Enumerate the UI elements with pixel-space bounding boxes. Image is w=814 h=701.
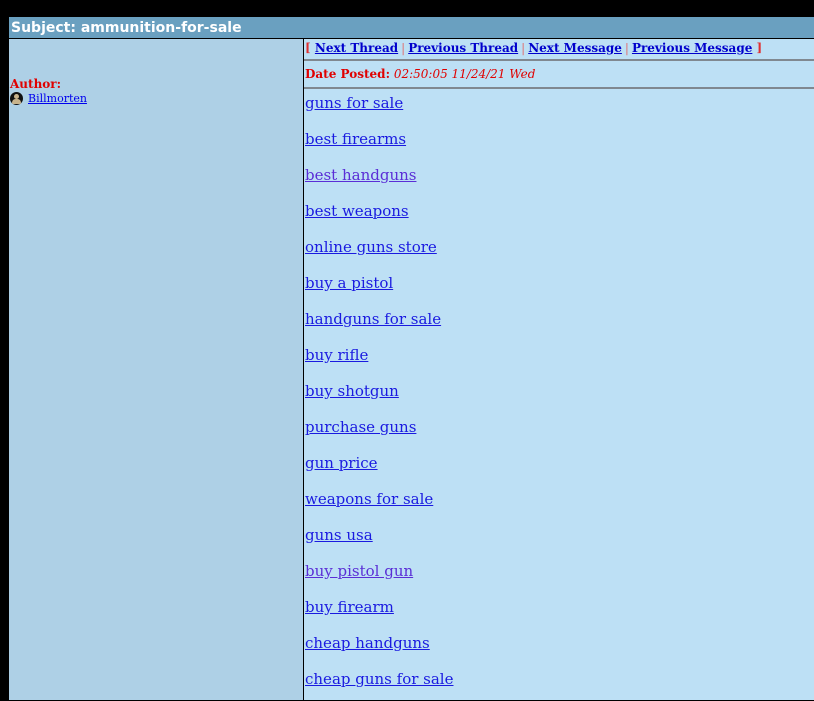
message-link[interactable]: best firearms: [305, 130, 406, 148]
date-posted-row: Date Posted: 02:50:05 11/24/21 Wed: [304, 61, 814, 89]
message-link[interactable]: weapons for sale: [305, 490, 433, 508]
message-link[interactable]: buy rifle: [305, 346, 368, 364]
message-link[interactable]: buy a pistol: [305, 274, 393, 292]
previous-thread-link[interactable]: Previous Thread: [408, 41, 518, 55]
message-link[interactable]: cheap handguns: [305, 634, 430, 652]
message-link[interactable]: buy shotgun: [305, 382, 399, 400]
previous-message-link[interactable]: Previous Message: [632, 41, 752, 55]
next-message-link[interactable]: Next Message: [528, 41, 622, 55]
message-link[interactable]: guns for sale: [305, 94, 403, 112]
message-link[interactable]: guns usa: [305, 526, 373, 544]
message-link[interactable]: buy firearm: [305, 598, 394, 616]
message-link[interactable]: buy pistol gun: [305, 562, 413, 580]
message-link[interactable]: best weapons: [305, 202, 409, 220]
date-posted-label: Date Posted:: [305, 67, 390, 81]
message-link[interactable]: gun price: [305, 454, 378, 472]
message-link[interactable]: handguns for sale: [305, 310, 441, 328]
message-view: Subject: ammunition-for-sale Author: Bil…: [9, 17, 814, 701]
message-link[interactable]: purchase guns: [305, 418, 416, 436]
message-body-row: Author: Billmorten [ Next Thread | Previou…: [9, 39, 814, 700]
subject-bar: Subject: ammunition-for-sale: [9, 17, 814, 39]
author-label: Author:: [10, 77, 62, 91]
message-link[interactable]: cheap guns for sale: [305, 670, 453, 688]
message-navigation: [ Next Thread | Previous Thread | Next Messa…: [304, 39, 814, 61]
nav-separator: |: [401, 41, 406, 55]
nav-open-bracket: [: [305, 41, 311, 55]
next-thread-link[interactable]: Next Thread: [315, 41, 398, 55]
author-row: Billmorten: [10, 92, 303, 105]
nav-close-bracket: ]: [756, 41, 763, 55]
user-avatar-icon: [10, 92, 23, 105]
author-panel: Author: Billmorten: [9, 39, 304, 700]
message-link[interactable]: online guns store: [305, 238, 437, 256]
message-panel: [ Next Thread | Previous Thread | Next Messa…: [304, 39, 814, 700]
date-posted-value: 02:50:05 11/24/21 Wed: [393, 67, 536, 81]
message-link[interactable]: best handguns: [305, 166, 416, 184]
message-links: guns for sale best firearms best handguns b…: [304, 89, 814, 688]
nav-separator: |: [624, 41, 629, 55]
author-name-link[interactable]: Billmorten: [28, 92, 87, 105]
nav-separator: |: [521, 41, 526, 55]
